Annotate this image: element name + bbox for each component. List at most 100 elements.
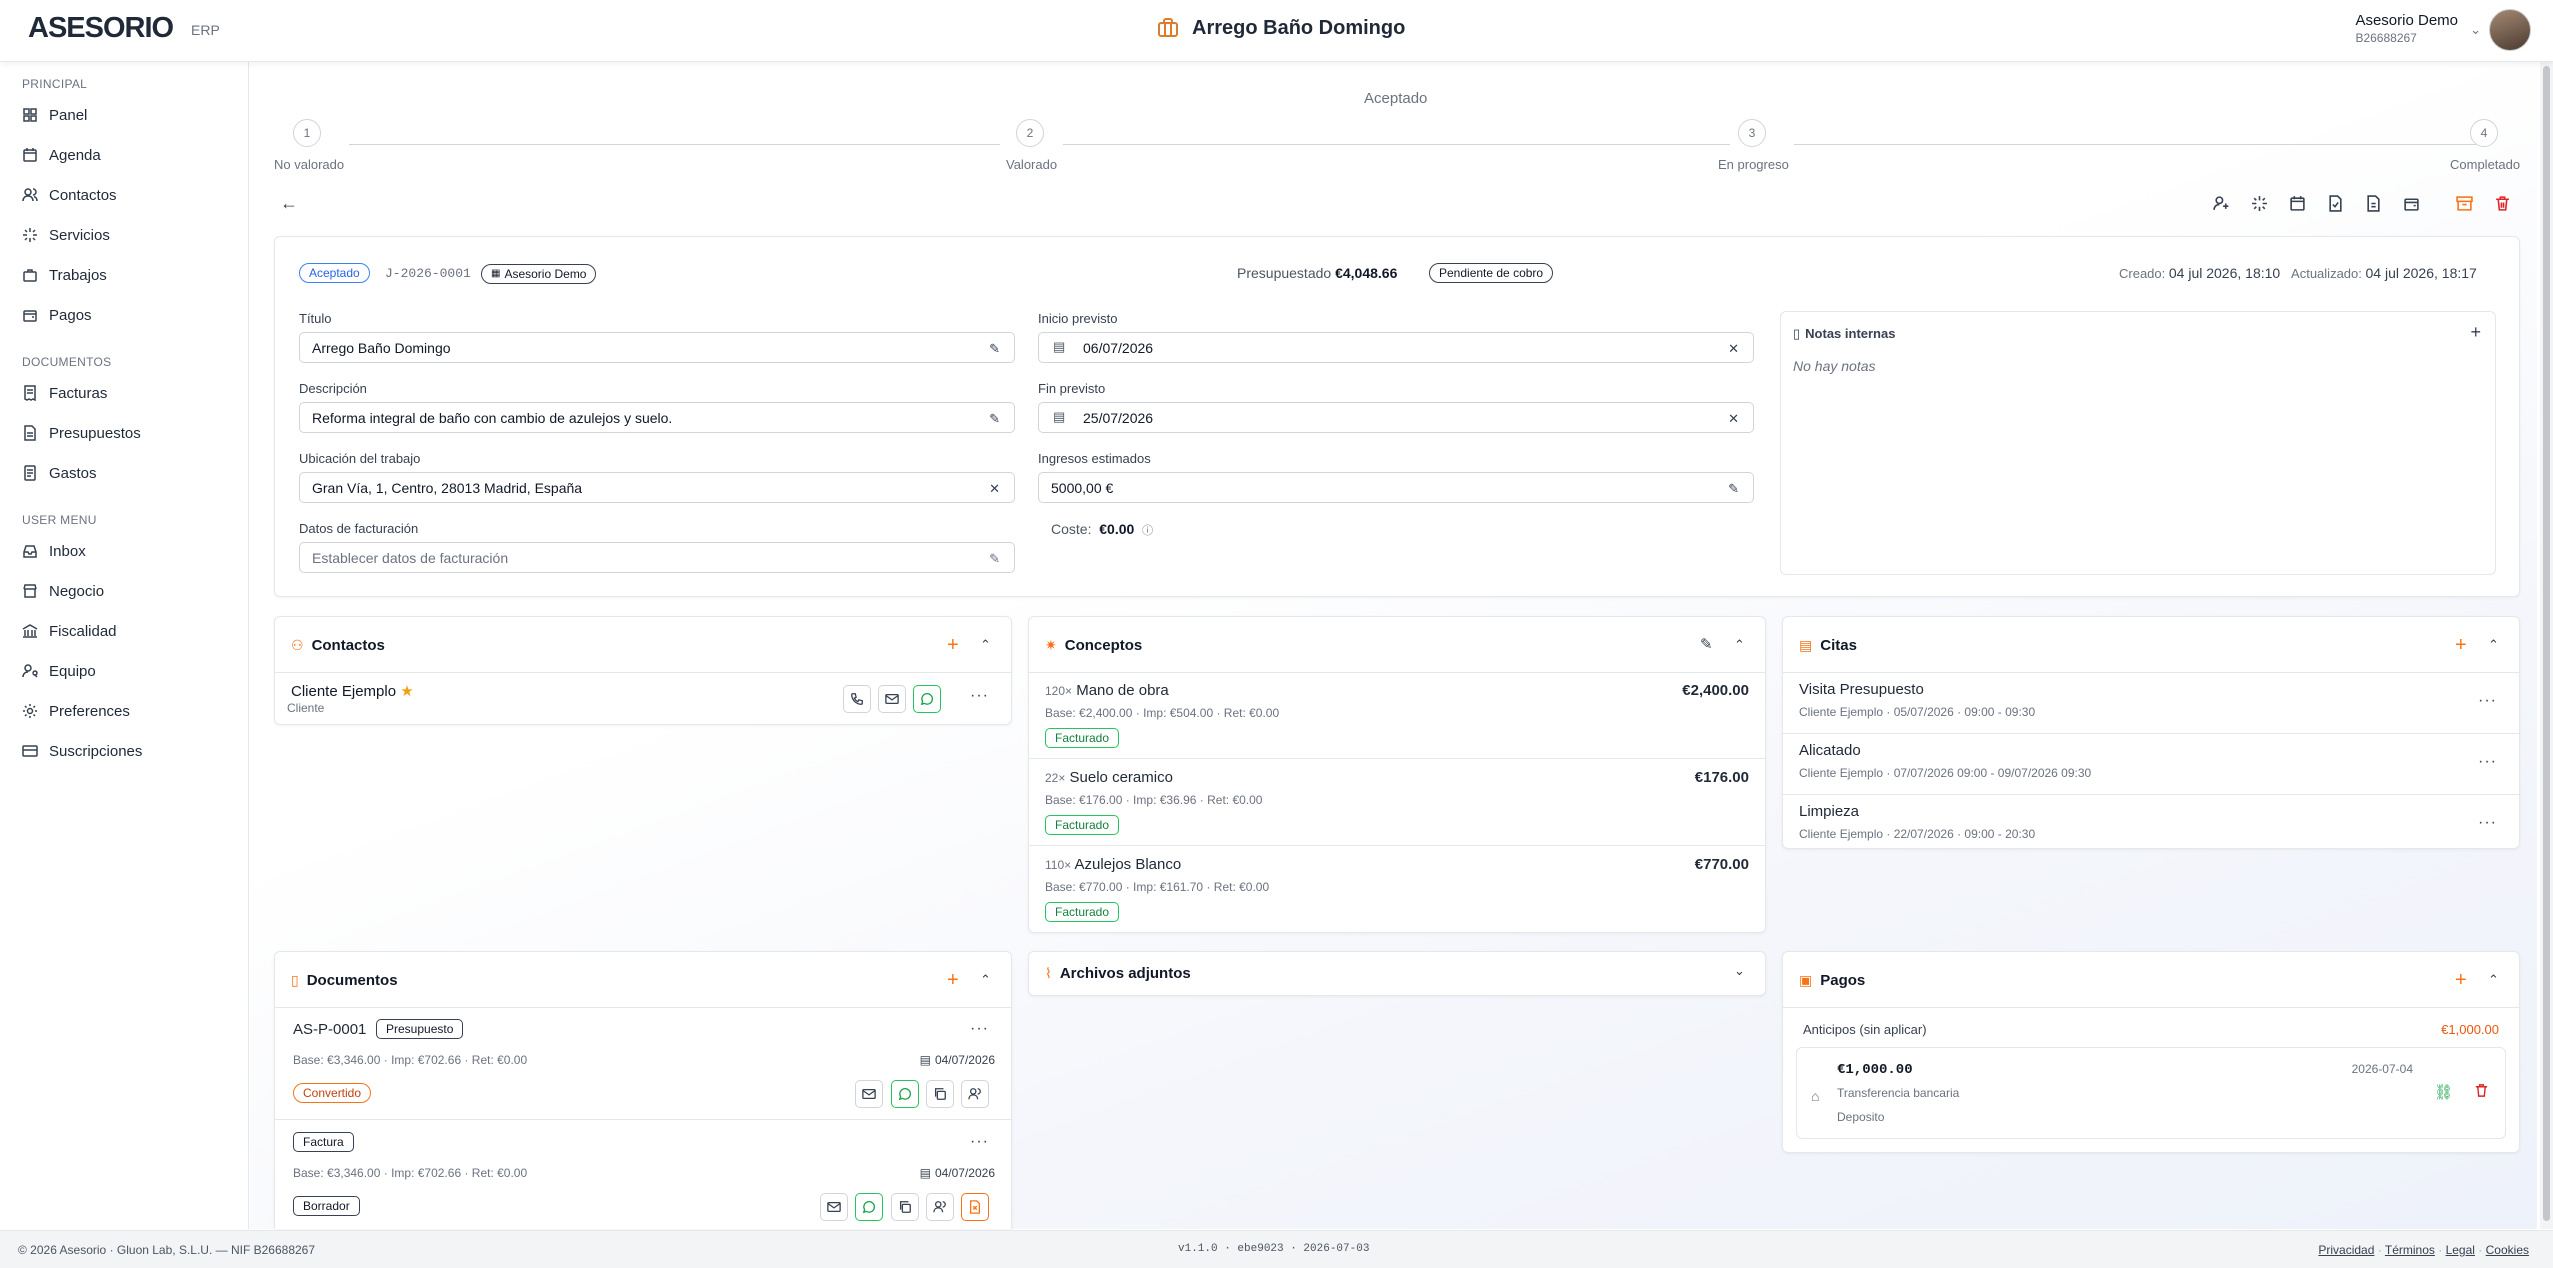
clear-icon[interactable]: ✕ [1728, 341, 1739, 357]
divider [275, 1007, 1011, 1008]
end-date-field[interactable]: ▤ 25/07/2026 ✕ [1038, 402, 1754, 433]
sidebar-item-negocio[interactable]: Negocio [0, 571, 248, 611]
concept-row[interactable]: 110× Azulejos Blanco [1045, 856, 1181, 873]
step-1[interactable]: 1 [293, 119, 321, 147]
user-menu[interactable]: Asesorio Demo B26688267 [2355, 12, 2458, 45]
whatsapp-button[interactable] [891, 1080, 919, 1108]
step-2[interactable]: 2 [1016, 119, 1044, 147]
email-button[interactable] [855, 1080, 883, 1108]
legal-link[interactable]: Legal [2446, 1243, 2475, 1257]
calendar-icon[interactable] [2289, 195, 2306, 212]
description-field[interactable]: Reforma integral de baño con cambio de a… [299, 402, 1015, 433]
location-field[interactable]: Gran Vía, 1, Centro, 28013 Madrid, Españ… [299, 472, 1015, 503]
appointment-title[interactable]: Visita Presupuesto [1799, 681, 1924, 698]
concept-row[interactable]: 120× Mano de obra [1045, 682, 1169, 699]
privacy-link[interactable]: Privacidad [2318, 1243, 2374, 1257]
add-document-button[interactable]: + [947, 970, 959, 990]
title-field[interactable]: Arrego Baño Domingo ✎ [299, 332, 1015, 363]
more-icon[interactable]: ··· [970, 1020, 989, 1038]
concept-row[interactable]: 22× Suelo ceramico [1045, 769, 1173, 786]
sidebar-item-equipo[interactable]: Equipo [0, 651, 248, 691]
credit-card-icon [22, 745, 38, 757]
collapse-icon[interactable]: ⌃ [1734, 637, 1745, 653]
email-button[interactable] [878, 685, 906, 713]
chevron-down-icon[interactable]: ⌄ [2470, 22, 2481, 38]
module-label: ERP [191, 22, 220, 38]
pencil-icon[interactable]: ✎ [989, 411, 1000, 427]
scrollbar[interactable] [2540, 62, 2553, 1229]
pencil-icon[interactable]: ✎ [1728, 481, 1739, 497]
sidebar-item-presupuestos[interactable]: Presupuestos [0, 413, 248, 453]
cancel-document-button[interactable] [961, 1193, 989, 1221]
contact-name[interactable]: Cliente Ejemplo ★ [291, 682, 414, 700]
archive-icon[interactable] [2456, 195, 2473, 212]
file-check-icon[interactable] [2327, 195, 2344, 212]
wallet-icon[interactable] [2403, 195, 2420, 212]
terms-link[interactable]: Términos [2385, 1243, 2435, 1257]
email-button[interactable] [820, 1193, 848, 1221]
expand-icon[interactable]: ⌄ [1734, 963, 1745, 979]
sidebar-item-panel[interactable]: Panel [0, 95, 248, 135]
cookies-link[interactable]: Cookies [2486, 1243, 2529, 1257]
whatsapp-button[interactable] [855, 1193, 883, 1221]
start-date-field[interactable]: ▤ 06/07/2026 ✕ [1038, 332, 1754, 363]
sidebar-item-fiscalidad[interactable]: Fiscalidad [0, 611, 248, 651]
receipt-icon [24, 385, 36, 401]
sidebar-item-facturas[interactable]: Facturas [0, 373, 248, 413]
sidebar-item-trabajos[interactable]: Trabajos [0, 255, 248, 295]
document-type-badge: Presupuesto [376, 1019, 464, 1039]
collapse-icon[interactable]: ⌃ [2488, 972, 2499, 988]
add-payment-button[interactable]: + [2455, 970, 2467, 990]
phone-button[interactable] [843, 685, 871, 713]
sidebar-item-gastos[interactable]: Gastos [0, 453, 248, 493]
more-icon[interactable]: ··· [970, 687, 989, 705]
add-contact-button[interactable]: + [947, 635, 959, 655]
sidebar-item-preferences[interactable]: Preferences [0, 691, 248, 731]
pencil-icon[interactable]: ✎ [1700, 635, 1713, 653]
income-field[interactable]: 5000,00 € ✎ [1038, 472, 1754, 503]
add-note-button[interactable]: + [2470, 322, 2481, 343]
sidebar-item-pagos[interactable]: Pagos [0, 295, 248, 335]
sidebar-item-suscripciones[interactable]: Suscripciones [0, 731, 248, 771]
pencil-icon[interactable]: ✎ [989, 551, 1000, 567]
sidebar-item-agenda[interactable]: Agenda [0, 135, 248, 175]
collapse-icon[interactable]: ⌃ [980, 637, 991, 653]
appointment-title[interactable]: Alicatado [1799, 742, 1861, 759]
whatsapp-button[interactable] [913, 685, 941, 713]
more-icon[interactable]: ··· [2478, 814, 2497, 832]
pencil-icon[interactable]: ✎ [989, 341, 1000, 357]
add-appointment-button[interactable]: + [2455, 635, 2467, 655]
gear-icon [23, 704, 37, 718]
share-contacts-button[interactable] [926, 1193, 954, 1221]
trash-icon[interactable] [2474, 1083, 2489, 1101]
more-icon[interactable]: ··· [970, 1133, 989, 1151]
sidebar-item-inbox[interactable]: Inbox [0, 531, 248, 571]
billing-field[interactable]: Establecer datos de facturación ✎ [299, 542, 1015, 573]
copy-button[interactable] [926, 1080, 954, 1108]
copy-button[interactable] [891, 1193, 919, 1221]
link-icon[interactable]: ⛓ [2434, 1083, 2453, 1101]
invoice-icon[interactable] [2365, 195, 2382, 212]
back-arrow-icon[interactable]: ← [280, 193, 298, 214]
app-logo[interactable]: ASESORIO [28, 12, 174, 45]
share-contacts-button[interactable] [961, 1080, 989, 1108]
collapse-icon[interactable]: ⌃ [2488, 637, 2499, 653]
attachments-card[interactable]: ⌇ Archivos adjuntos ⌄ [1028, 951, 1766, 996]
avatar[interactable] [2489, 9, 2531, 51]
more-icon[interactable]: ··· [2478, 692, 2497, 710]
more-icon[interactable]: ··· [2478, 753, 2497, 771]
clear-icon[interactable]: ✕ [1728, 411, 1739, 427]
info-icon[interactable]: ⓘ [1142, 525, 1153, 537]
scrollbar-thumb[interactable] [2543, 66, 2550, 1221]
step-3[interactable]: 3 [1738, 119, 1766, 147]
sidebar-item-servicios[interactable]: Servicios [0, 215, 248, 255]
assign-user-icon[interactable] [2213, 195, 2230, 212]
appointment-title[interactable]: Limpieza [1799, 803, 1859, 820]
step-4[interactable]: 4 [2470, 119, 2498, 147]
document-code[interactable]: AS-P-0001 [293, 1021, 366, 1038]
sparkles-icon[interactable] [2251, 195, 2268, 212]
sidebar-item-contactos[interactable]: Contactos [0, 175, 248, 215]
clear-icon[interactable]: ✕ [989, 481, 1000, 497]
trash-icon[interactable] [2494, 195, 2511, 212]
collapse-icon[interactable]: ⌃ [980, 972, 991, 988]
